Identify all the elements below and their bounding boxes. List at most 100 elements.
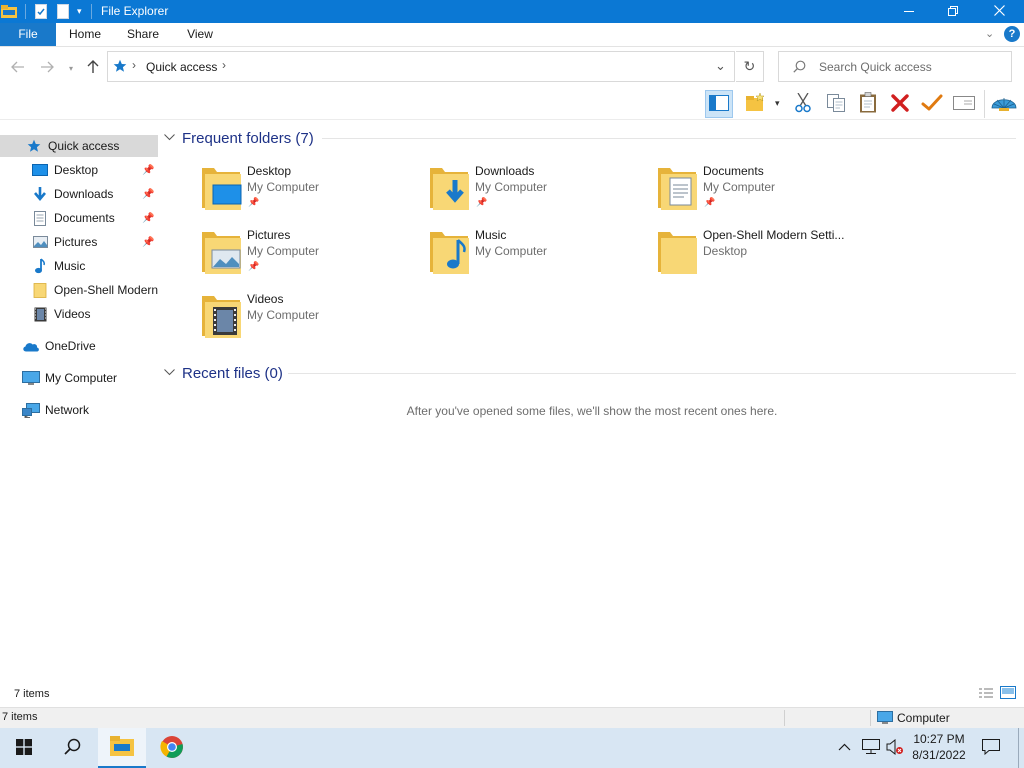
folder-icon <box>656 228 702 274</box>
downloads-folder-icon <box>428 164 474 210</box>
recent-locations-dropdown[interactable]: ▾ <box>62 59 80 77</box>
folder-location: My Computer <box>475 180 548 194</box>
refresh-button[interactable]: ↻ <box>736 51 764 82</box>
start-button[interactable] <box>0 728 48 768</box>
maximize-button[interactable] <box>930 0 976 23</box>
pin-icon: 📌 <box>142 236 155 248</box>
up-button[interactable] <box>84 59 102 77</box>
windows-logo-icon <box>16 738 32 758</box>
sidebar-item-videos[interactable]: Videos <box>0 303 158 325</box>
network-tray-icon[interactable] <box>862 739 880 758</box>
clock-date: 8/31/2022 <box>912 748 966 762</box>
item-count-bottom: 7 items <box>2 711 38 723</box>
frequent-folders-header[interactable]: Frequent folders (7) <box>164 128 314 148</box>
sidebar-item-desktop[interactable]: Desktop 📌 <box>0 159 158 181</box>
properties-button[interactable] <box>918 90 946 118</box>
forward-arrow-icon <box>40 60 54 76</box>
cut-button[interactable] <box>789 90 817 118</box>
taskbar-chrome[interactable] <box>148 728 196 768</box>
ribbon-tabs: File Home Share View ⌄ ? <box>0 23 1024 47</box>
sidebar-item-open-shell[interactable]: Open-Shell Modern <box>0 279 158 301</box>
expand-ribbon-chevron-icon[interactable]: ⌄ <box>985 27 994 40</box>
pin-icon: 📌 <box>142 164 155 176</box>
folder-tile-music[interactable]: Music My Computer <box>428 226 656 286</box>
sidebar-item-downloads[interactable]: Downloads 📌 <box>0 183 158 205</box>
minimize-icon <box>904 11 914 12</box>
sidebar-item-my-computer[interactable]: My Computer <box>0 367 158 389</box>
folder-location: My Computer <box>703 180 776 194</box>
search-taskbar-button[interactable] <box>48 728 96 768</box>
forward-button[interactable] <box>38 59 56 77</box>
title-bar: ▾ File Explorer <box>0 0 1024 23</box>
pin-icon: 📌 <box>704 197 716 207</box>
open-shell-settings-button[interactable] <box>990 90 1018 118</box>
tab-home[interactable]: Home <box>60 23 110 46</box>
status-bar: 7 items <box>0 682 1024 706</box>
shell-icon <box>991 92 1017 117</box>
status-divider <box>870 710 871 726</box>
action-center-icon[interactable] <box>982 739 1000 758</box>
chevron-down-icon: ▾ <box>68 63 73 73</box>
taskbar-file-explorer[interactable] <box>98 728 146 768</box>
show-desktop-button[interactable] <box>1018 728 1019 768</box>
folder-tile-open-shell[interactable]: Open-Shell Modern Setti... Desktop <box>656 226 884 286</box>
sidebar-item-label: Network <box>45 403 90 417</box>
back-button[interactable] <box>9 59 27 77</box>
recent-files-heading: Recent files (0) <box>182 364 283 382</box>
copy-button[interactable] <box>822 90 850 118</box>
clock-time: 10:27 PM <box>913 732 965 746</box>
folder-name: Videos <box>247 292 284 306</box>
new-folder-icon[interactable] <box>57 4 69 19</box>
properties-icon[interactable] <box>35 4 47 19</box>
search-input[interactable]: Search Quick access <box>819 60 932 74</box>
address-bar[interactable]: › Quick access › ⌄ <box>107 51 735 82</box>
close-button[interactable] <box>976 0 1022 23</box>
sidebar-item-onedrive[interactable]: OneDrive <box>0 335 158 357</box>
sidebar-item-quick-access[interactable]: Quick access <box>0 135 158 157</box>
chrome-icon <box>160 735 184 762</box>
sidebar-item-music[interactable]: Music <box>0 255 158 277</box>
large-icons-view-button[interactable] <box>1000 686 1016 702</box>
pin-icon: 📌 <box>248 197 260 207</box>
show-hidden-icons-chevron-icon[interactable] <box>838 740 851 754</box>
email-button[interactable] <box>950 90 978 118</box>
folder-tile-pictures[interactable]: Pictures My Computer 📌 <box>200 226 428 286</box>
folder-tile-documents[interactable]: Documents My Computer 📌 <box>656 162 884 222</box>
breadcrumb-quick-access[interactable]: Quick access <box>146 60 217 74</box>
sidebar-item-pictures[interactable]: Pictures 📌 <box>0 231 158 253</box>
breadcrumb-expand-icon[interactable]: › <box>222 58 226 72</box>
tab-file[interactable]: File <box>0 23 56 46</box>
checkmark-icon <box>921 94 943 115</box>
new-folder-dropdown-icon[interactable]: ▾ <box>775 98 780 109</box>
sidebar-item-label: Open-Shell Modern <box>54 283 158 297</box>
new-folder-button[interactable] <box>742 90 770 118</box>
sidebar-item-documents[interactable]: Documents 📌 <box>0 207 158 229</box>
paste-button[interactable] <box>854 90 882 118</box>
section-divider <box>288 373 1016 374</box>
delete-button[interactable] <box>886 90 914 118</box>
envelope-icon <box>953 95 975 113</box>
pin-icon: 📌 <box>476 197 488 207</box>
toolbar-separator <box>984 90 985 118</box>
folder-tile-videos[interactable]: Videos My Computer <box>200 290 428 350</box>
navigation-pane-button[interactable] <box>705 90 733 118</box>
customize-qat-dropdown-icon[interactable]: ▾ <box>77 6 82 17</box>
details-view-button[interactable] <box>978 687 994 702</box>
pin-icon: 📌 <box>142 212 155 224</box>
sidebar-item-label: Quick access <box>48 139 120 153</box>
tab-share[interactable]: Share <box>118 23 168 46</box>
volume-muted-icon[interactable] <box>886 738 904 758</box>
address-history-chevron-icon[interactable]: ⌄ <box>715 58 726 74</box>
recent-files-empty-message: After you've opened some files, we'll sh… <box>406 404 778 418</box>
help-icon[interactable]: ? <box>1004 26 1020 42</box>
sidebar-item-network[interactable]: Network <box>0 399 158 421</box>
folder-name: Downloads <box>475 164 535 178</box>
folder-tile-desktop[interactable]: Desktop My Computer 📌 <box>200 162 428 222</box>
minimize-button[interactable] <box>886 0 932 23</box>
clock[interactable]: 10:27 PM 8/31/2022 <box>906 731 972 763</box>
recent-files-header[interactable]: Recent files (0) <box>164 363 283 383</box>
back-arrow-icon <box>11 60 25 76</box>
folder-tile-downloads[interactable]: Downloads My Computer 📌 <box>428 162 656 222</box>
search-box[interactable]: Search Quick access <box>778 51 1012 82</box>
tab-view[interactable]: View <box>176 23 224 46</box>
